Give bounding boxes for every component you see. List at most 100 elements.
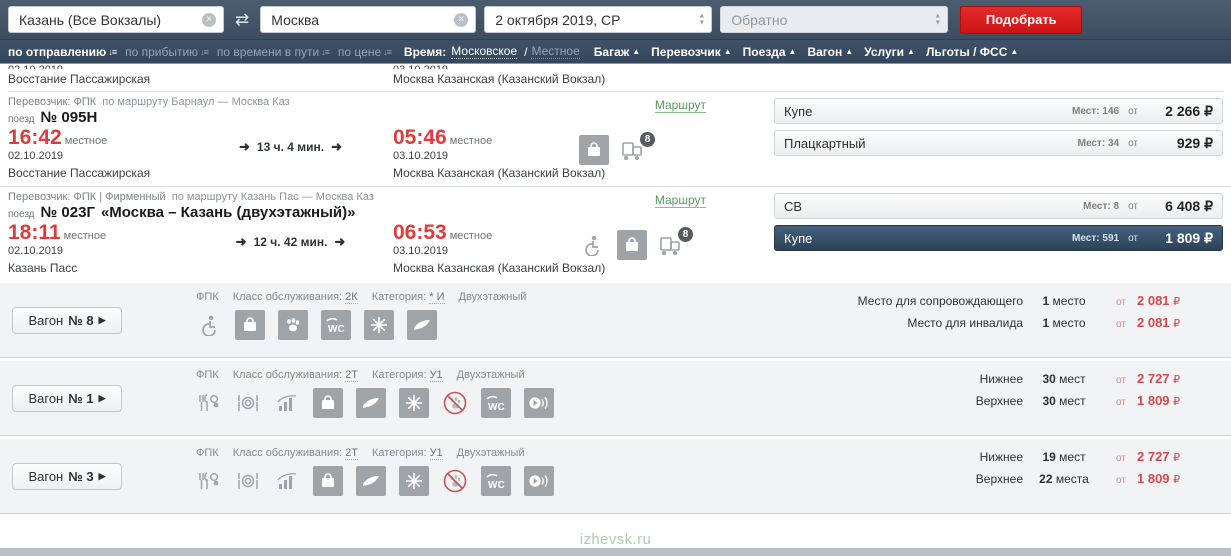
- arrival-time: 05:46: [393, 126, 447, 149]
- wagon-class: Класс обслуживания: 2Т: [232, 447, 359, 461]
- wagon-select[interactable]: Вагон № 1 ▶: [0, 361, 196, 435]
- route-link[interactable]: Маршрут: [654, 98, 706, 113]
- sort-by-departure[interactable]: по отправлению ↓≡: [8, 44, 117, 59]
- price-option[interactable]: СВ Мест: 8 от 6 408 ₽: [774, 193, 1223, 220]
- wagon-category: Категория: У1: [372, 447, 443, 461]
- trip-duration: ➜ 13 ч. 4 мин. ➜: [188, 127, 393, 155]
- return-date-stepper-icon[interactable]: ▲ ▼: [934, 12, 941, 26]
- price-option[interactable]: Купе Мест: 146 от 2 266 ₽: [774, 98, 1223, 124]
- audio-icon: [524, 388, 554, 419]
- filter-carrier[interactable]: Перевозчик ▲: [651, 45, 731, 59]
- seat-type: Верхнее: [975, 472, 1023, 487]
- depart-date-field[interactable]: 2 октября 2019, СР ▲ ▼: [484, 6, 713, 33]
- clear-destination-icon[interactable]: ×: [454, 12, 469, 27]
- seat-from-label: от: [1116, 319, 1126, 331]
- train-result-row[interactable]: Перевозчик: ФПК | Фирменный по маршруту …: [0, 187, 1231, 283]
- filter-label: Поезда: [742, 44, 786, 59]
- submit-search-button[interactable]: Подобрать: [960, 5, 1083, 34]
- price-option-selected[interactable]: Купе Мест: 591 от 1 809 ₽: [774, 225, 1223, 252]
- seat-from-label: от: [1116, 475, 1126, 487]
- time-option-local[interactable]: Местное: [531, 44, 580, 59]
- arrival-time-row: 06:53 местное: [393, 222, 573, 244]
- wagon-button[interactable]: Вагон № 1 ▶: [12, 384, 122, 412]
- departure-block: 16:42 местное 02.10.2019 Восстание Пассаж…: [8, 126, 188, 181]
- clipped-train-row: 02.10.2019 03.10.2019 Восстание Пассажир…: [0, 64, 1231, 92]
- duration-text: 13 ч. 4 мин.: [256, 140, 325, 154]
- time-option-moscow[interactable]: Московское: [451, 44, 518, 59]
- wagon-meta: ФПК Класс обслуживания: 2К Категория: * …: [196, 291, 801, 305]
- wagon-button-label: Вагон: [28, 390, 64, 406]
- sort-by-duration[interactable]: по времени в пути ↓≡: [216, 44, 330, 59]
- luggage-count-badge: 8: [639, 131, 656, 148]
- sort-by-price[interactable]: по цене ↓≡: [338, 45, 392, 59]
- wagon-row[interactable]: Вагон № 1 ▶ ФПК Класс обслуживания: 2Т К…: [0, 358, 1231, 437]
- seat-price: 2 081 ₽: [1137, 315, 1181, 331]
- carrier-label: Перевозчик:: [8, 191, 71, 204]
- seat-price-line[interactable]: Верхнее 30 мест от 1 809 ₽: [801, 393, 1217, 408]
- seat-price-line[interactable]: Место для инвалида 1 место от 2 081 ₽: [801, 315, 1217, 330]
- seat-price-line[interactable]: Нижнее 19 мест от 2 727 ₽: [801, 449, 1217, 464]
- filter-wagon[interactable]: Вагон ▲: [807, 45, 853, 59]
- seat-price-line[interactable]: Нижнее 30 мест от 2 727 ₽: [801, 371, 1217, 386]
- filter-baggage[interactable]: Багаж ▲: [594, 45, 640, 59]
- seat-price-line[interactable]: Верхнее 22 места от 1 809 ₽: [801, 471, 1217, 486]
- bedding-icon: [356, 466, 386, 497]
- clear-origin-icon[interactable]: ×: [202, 12, 216, 27]
- price-class-name: Плацкартный: [784, 135, 866, 151]
- filter-benefits[interactable]: Льготы / ФСС ▲: [926, 45, 1018, 59]
- arrival-block: 06:53 местное 03.10.2019 Москва Казанская…: [393, 222, 605, 276]
- air-conditioning-icon: [399, 466, 429, 497]
- wifi-icon: [274, 468, 300, 494]
- train-info: Перевозчик: ФПК по маршруту Барнаул — Мо…: [0, 92, 768, 186]
- air-conditioning-icon: [364, 310, 394, 341]
- departure-station: Восстание Пассажирская: [8, 166, 151, 181]
- wagon-row[interactable]: Вагон № 8 ▶ ФПК Класс обслуживания: 2К К…: [0, 280, 1231, 359]
- sort-label: по отправлению: [8, 44, 107, 59]
- seat-type: Место для сопровождающего: [857, 294, 1023, 309]
- bedding-icon: [407, 310, 437, 341]
- seat-type: Нижнее: [979, 372, 1023, 387]
- origin-field[interactable]: Казань (Все Вокзалы) ×: [8, 6, 224, 33]
- sort-by-arrival[interactable]: по прибытию ↓≡: [125, 45, 209, 59]
- arrival-time-kind: местное: [449, 230, 493, 243]
- wc-icon: WC: [321, 310, 351, 341]
- wagon-button[interactable]: Вагон № 3 ▶: [12, 462, 122, 490]
- wagon-button[interactable]: Вагон № 8 ▶: [12, 306, 122, 334]
- seat-count: 30 мест: [1042, 372, 1086, 387]
- train-label: поезд: [8, 209, 35, 221]
- swap-arrows-icon[interactable]: ⇄: [232, 11, 252, 28]
- sort-arrow-icon: ↓≡: [200, 46, 209, 57]
- carrier-name: ФПК: [73, 96, 97, 108]
- seat-from-label: от: [1116, 375, 1126, 387]
- price-seats: Мест: 8: [1083, 200, 1120, 212]
- price-option[interactable]: Плацкартный Мест: 34 от 929 ₽: [774, 130, 1223, 156]
- train-service-icons: 8: [573, 222, 694, 261]
- departure-block: 18:11 местное 02.10.2019 Казань Пасс: [8, 222, 188, 276]
- clipped-arrive-date: 03.10.2019: [393, 64, 448, 69]
- price-from-label: от: [1128, 105, 1138, 117]
- price-amount: 929 ₽: [1176, 134, 1213, 151]
- wagon-select[interactable]: Вагон № 8 ▶: [0, 283, 196, 357]
- seat-type: Место для инвалида: [907, 316, 1023, 331]
- filter-services[interactable]: Услуги ▲: [864, 45, 915, 59]
- chevron-up-icon: ▲: [632, 47, 641, 56]
- route-link[interactable]: Маршрут: [654, 193, 706, 209]
- seat-count: 22 места: [1039, 472, 1089, 487]
- seat-price-line[interactable]: Место для сопровождающего 1 место от 2 0…: [801, 293, 1217, 308]
- train-times: 16:42 местное 02.10.2019 Восстание Пассаж…: [8, 126, 760, 181]
- train-result-row[interactable]: Перевозчик: ФПК по маршруту Барнаул — Мо…: [0, 92, 1231, 188]
- restaurant-icon: [235, 468, 261, 494]
- date-stepper-icon[interactable]: ▲ ▼: [698, 12, 705, 26]
- departure-time-kind: местное: [63, 230, 107, 243]
- filter-trains[interactable]: Поезда ▲: [743, 45, 797, 59]
- train-price-list: Купе Мест: 146 от 2 266 ₽ Плацкартный Ме…: [768, 92, 1231, 186]
- wagon-select[interactable]: Вагон № 3 ▶: [0, 439, 196, 513]
- arrival-time-kind: местное: [449, 135, 493, 147]
- wagon-row[interactable]: Вагон № 3 ▶ ФПК Класс обслуживания: 2Т К…: [0, 436, 1231, 515]
- sort-label: по времени в пути: [216, 44, 320, 59]
- destination-field[interactable]: Москва ×: [260, 6, 477, 33]
- train-label: поезд: [8, 114, 35, 125]
- return-date-field[interactable]: Обратно ▲ ▼: [720, 6, 949, 33]
- departure-date: 02.10.2019: [8, 245, 64, 258]
- svg-text:WC: WC: [328, 324, 345, 334]
